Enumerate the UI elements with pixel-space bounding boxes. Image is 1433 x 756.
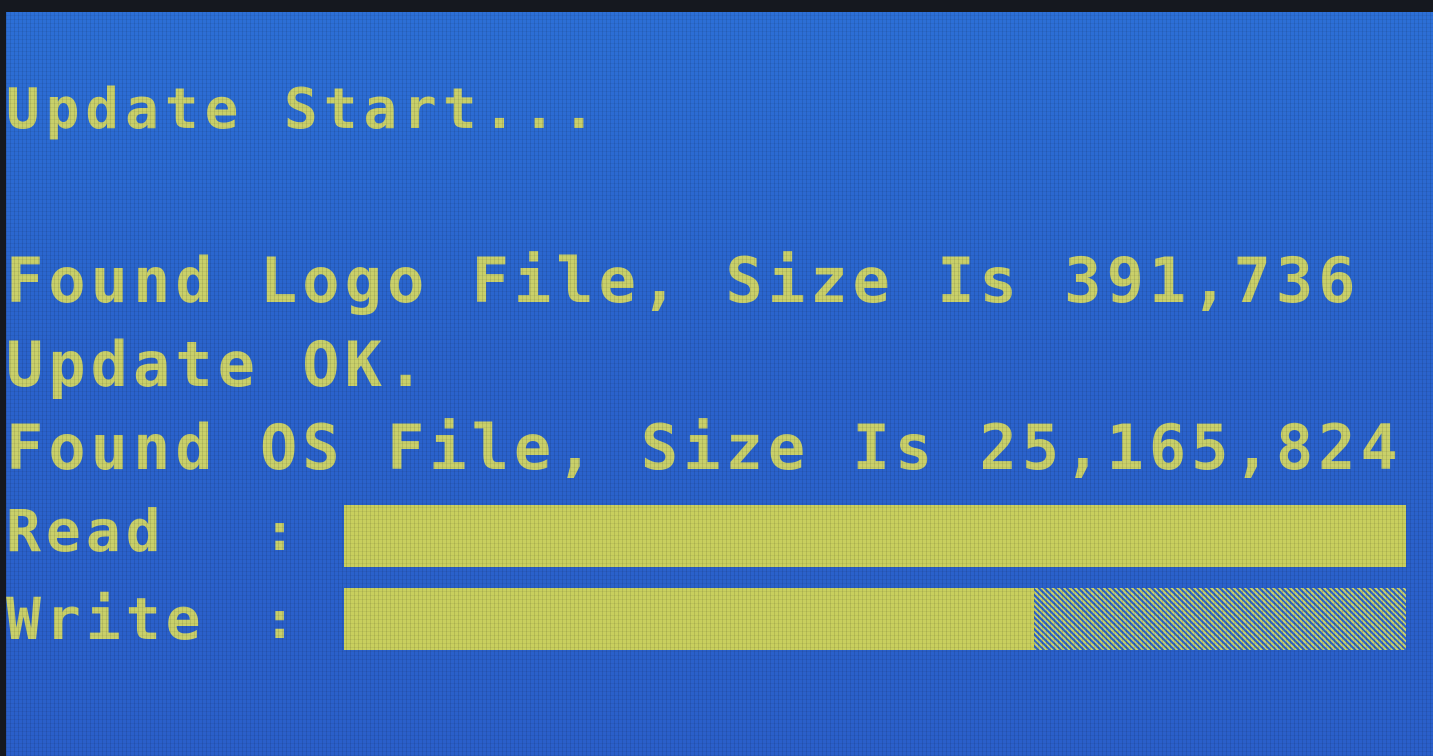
update-screen: Update Start... Found Logo File, Size Is… [6,12,1433,756]
update-start-line: Update Start... [6,77,602,142]
read-progress-bar [344,505,1406,567]
write-progress-fill [344,588,1035,650]
write-progress-bar [344,588,1406,650]
logo-file-line: Found Logo File, Size Is 391,736 [6,244,1361,317]
os-file-line: Found OS File, Size Is 25,165,824 [6,411,1403,484]
read-separator: : [264,503,296,563]
read-progress-fill [344,505,1406,567]
write-label: Write [6,585,206,653]
write-separator: : [264,591,296,651]
read-label: Read [6,497,166,565]
monitor-frame: Update Start... Found Logo File, Size Is… [0,0,1433,756]
update-ok-line: Update OK. [6,328,430,401]
